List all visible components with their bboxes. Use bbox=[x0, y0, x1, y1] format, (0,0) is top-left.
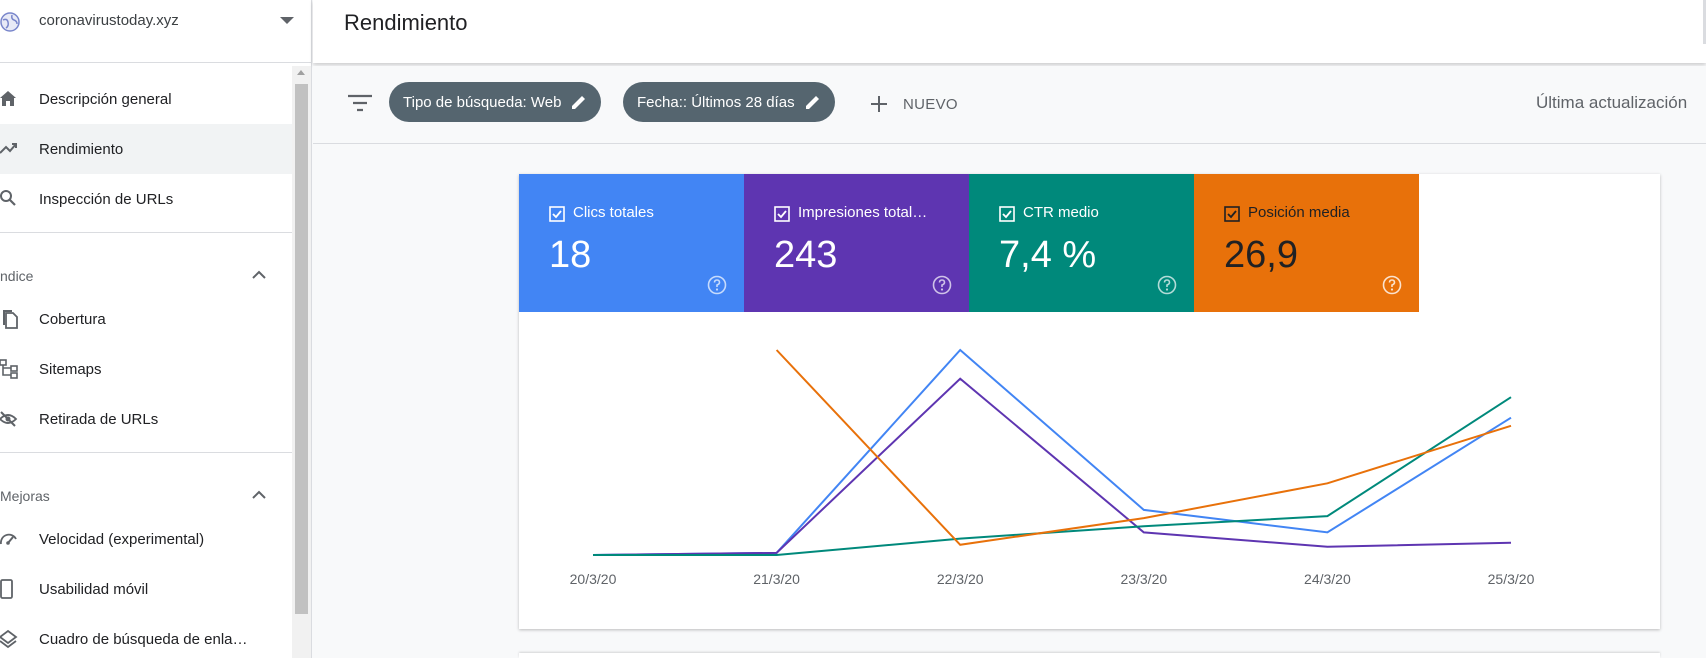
filter-icon[interactable] bbox=[347, 93, 373, 113]
property-selector[interactable]: coronavirustoday.xyz bbox=[0, 0, 311, 63]
sidebar-item-url-inspection[interactable]: Inspección de URLs bbox=[0, 174, 292, 224]
sidebar-item-label: Cuadro de búsqueda de enla… bbox=[39, 630, 248, 648]
last-update-text: Última actualización bbox=[1536, 93, 1688, 112]
home-icon bbox=[0, 91, 16, 106]
help-icon[interactable] bbox=[932, 275, 952, 295]
metric-value: 7,4 % bbox=[999, 234, 1097, 276]
sidebar-item-coverage[interactable]: Cobertura bbox=[0, 294, 292, 344]
metric-total-impressions[interactable]: Impresiones total… 243 bbox=[744, 174, 969, 312]
page-title: Rendimiento bbox=[344, 10, 468, 35]
divider bbox=[0, 232, 292, 233]
next-card-edge bbox=[519, 653, 1660, 658]
checkbox-checked-icon[interactable] bbox=[774, 206, 790, 222]
filter-bar: Tipo de búsqueda: Web Fecha:: Últimos 28… bbox=[313, 66, 1706, 144]
sidebar-item-mobile-usability[interactable]: Usabilidad móvil bbox=[0, 564, 292, 614]
phone-icon bbox=[0, 579, 13, 599]
chevron-down-icon[interactable] bbox=[280, 17, 294, 24]
sidebar-item-label: Descripción general bbox=[39, 90, 172, 108]
x-tick-label: 21/3/20 bbox=[753, 571, 800, 587]
performance-chart[interactable]: 20/3/20 21/3/20 22/3/20 23/3/20 24/3/20 25/3/… bbox=[519, 312, 1660, 629]
coverage-icon bbox=[3, 310, 18, 329]
search-icon bbox=[0, 190, 16, 206]
metric-label: Clics totales bbox=[573, 204, 654, 221]
x-tick-label: 23/3/20 bbox=[1120, 571, 1167, 587]
metric-total-clicks[interactable]: Clics totales 18 bbox=[519, 174, 744, 312]
sidebar-item-url-removal[interactable]: Retirada de URLs bbox=[0, 394, 292, 444]
section-title: Mejoras bbox=[0, 488, 50, 504]
sidebar-item-label: Inspección de URLs bbox=[39, 190, 174, 208]
checkbox-checked-icon[interactable] bbox=[999, 206, 1015, 222]
sidebar-scrollbar[interactable] bbox=[292, 66, 311, 658]
section-enhancements[interactable]: Mejoras bbox=[0, 476, 292, 516]
section-title: ndice bbox=[0, 268, 34, 284]
help-icon[interactable] bbox=[1382, 275, 1402, 295]
sidebar: coronavirustoday.xyz Descripción general… bbox=[0, 0, 312, 658]
filter-chip-search-type[interactable]: Tipo de búsqueda: Web bbox=[389, 82, 602, 122]
sidebar-item-label: Sitemaps bbox=[39, 360, 102, 378]
sidebar-item-sitemaps[interactable]: Sitemaps bbox=[0, 344, 292, 394]
series-line-1 bbox=[592, 377, 1512, 556]
sidebar-item-overview[interactable]: Descripción general bbox=[0, 74, 292, 124]
help-icon[interactable] bbox=[1157, 275, 1177, 295]
sidebar-item-sitelinks-searchbox[interactable]: Cuadro de búsqueda de enla… bbox=[0, 614, 292, 658]
chip-label: Tipo de búsqueda: Web bbox=[403, 93, 562, 111]
new-filter-button[interactable]: NUEVO bbox=[869, 91, 958, 117]
sidebar-item-performance[interactable]: Rendimiento bbox=[0, 124, 292, 174]
plus-icon bbox=[871, 96, 887, 112]
sidebar-item-label: Rendimiento bbox=[39, 140, 124, 158]
x-tick-label: 25/3/20 bbox=[1488, 571, 1535, 587]
chevron-up-icon bbox=[252, 270, 266, 279]
sidebar-item-label: Retirada de URLs bbox=[39, 410, 159, 428]
pencil-icon[interactable] bbox=[571, 94, 587, 110]
divider bbox=[0, 452, 292, 453]
chip-label: Fecha:: Últimos 28 días bbox=[637, 93, 795, 111]
performance-card: Clics totales 18 Impresiones total… 243 … bbox=[519, 174, 1660, 629]
globe-icon bbox=[0, 12, 20, 32]
metric-value: 18 bbox=[549, 234, 592, 276]
chevron-up-icon bbox=[252, 490, 266, 499]
checkbox-checked-icon[interactable] bbox=[549, 206, 565, 222]
new-filter-label: NUEVO bbox=[903, 95, 958, 113]
sitemap-icon bbox=[0, 359, 18, 379]
series-line-0 bbox=[592, 348, 1512, 556]
metric-label: Posición media bbox=[1248, 204, 1350, 221]
metric-label: Impresiones total… bbox=[798, 204, 928, 221]
sidebar-item-label: Velocidad (experimental) bbox=[39, 530, 205, 548]
filter-chip-date[interactable]: Fecha:: Últimos 28 días bbox=[623, 82, 835, 122]
sidebar-item-label: Cobertura bbox=[39, 310, 106, 328]
eye-off-icon bbox=[0, 411, 18, 427]
x-tick-label: 22/3/20 bbox=[937, 571, 984, 587]
trending-up-icon bbox=[0, 143, 17, 154]
section-index[interactable]: ndice bbox=[0, 256, 292, 296]
sidebar-item-speed[interactable]: Velocidad (experimental) bbox=[0, 514, 292, 564]
speed-icon bbox=[0, 533, 17, 545]
property-name: coronavirustoday.xyz bbox=[39, 12, 179, 29]
x-tick-label: 20/3/20 bbox=[570, 571, 617, 587]
scrollbar-thumb[interactable] bbox=[295, 84, 308, 614]
x-tick-label: 24/3/20 bbox=[1304, 571, 1351, 587]
help-icon[interactable] bbox=[707, 275, 727, 295]
metric-value: 243 bbox=[774, 234, 838, 276]
pencil-icon[interactable] bbox=[805, 94, 821, 110]
layers-icon bbox=[0, 629, 18, 649]
sidebar-item-label: Usabilidad móvil bbox=[39, 580, 149, 598]
metric-average-position[interactable]: Posición media 26,9 bbox=[1194, 174, 1419, 312]
metric-average-ctr[interactable]: CTR medio 7,4 % bbox=[969, 174, 1194, 312]
checkbox-checked-icon[interactable] bbox=[1224, 206, 1240, 222]
page-header: Rendimiento bbox=[313, 0, 1706, 63]
scroll-up-arrow-icon[interactable] bbox=[297, 70, 305, 75]
metric-value: 26,9 bbox=[1224, 234, 1298, 276]
metric-label: CTR medio bbox=[1023, 204, 1099, 221]
